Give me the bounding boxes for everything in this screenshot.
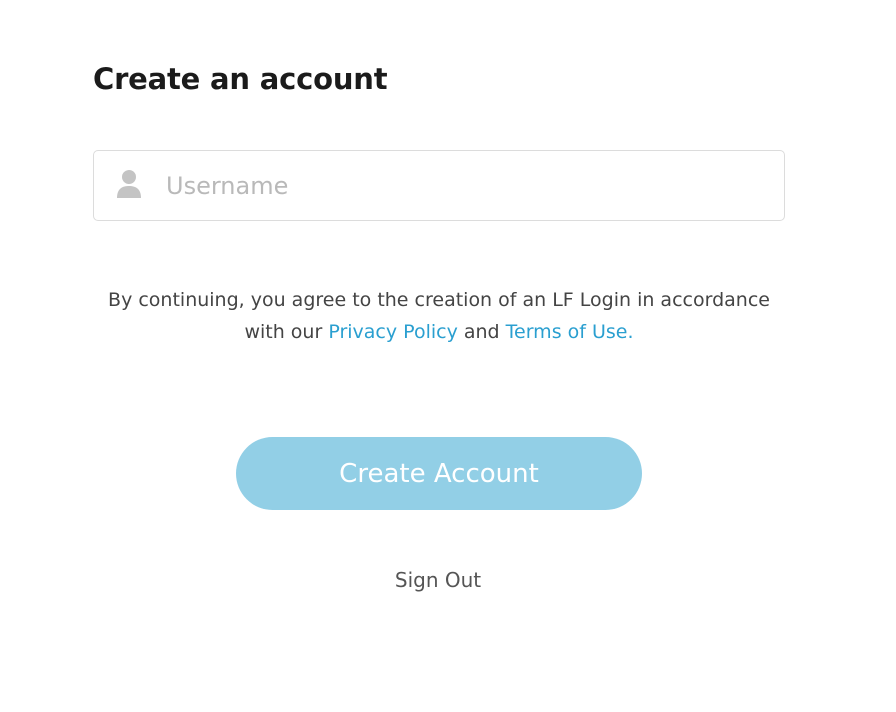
privacy-policy-link[interactable]: Privacy Policy <box>328 321 457 343</box>
create-account-page: Create an account By continuing, you agr… <box>0 0 896 712</box>
consent-text: By continuing, you agree to the creation… <box>93 284 785 348</box>
consent-text-middle: and <box>457 321 506 343</box>
username-field[interactable] <box>93 150 785 221</box>
user-icon <box>116 169 142 199</box>
sign-out-link[interactable]: Sign Out <box>338 568 538 592</box>
page-title: Create an account <box>93 62 388 96</box>
username-input[interactable] <box>166 151 766 220</box>
terms-of-use-link[interactable]: Terms of Use. <box>506 321 634 343</box>
create-account-button[interactable]: Create Account <box>236 437 642 510</box>
